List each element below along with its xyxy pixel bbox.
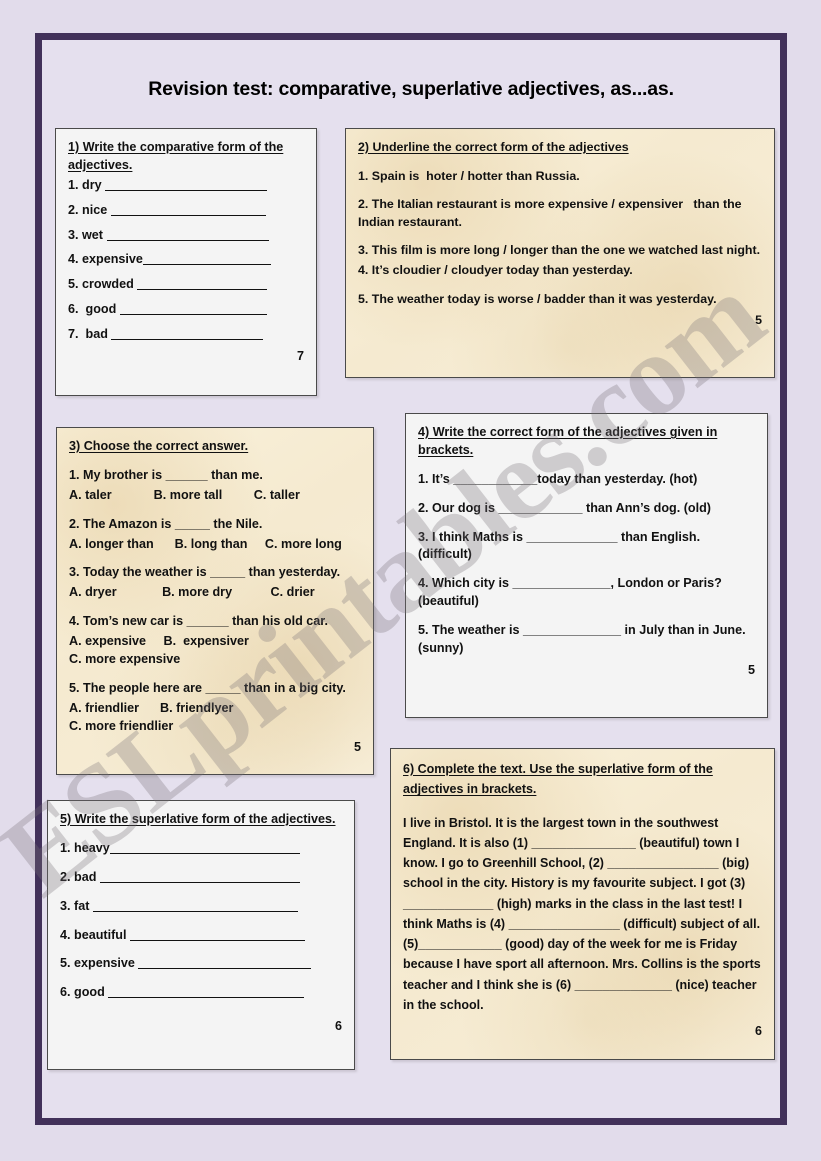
exercise-4-line[interactable]: 2. Our dog is ____________ than Ann’s do… <box>418 500 755 518</box>
exercise-3-score: 5 <box>353 740 361 755</box>
exercise-6-text[interactable]: I live in Bristol. It is the largest tow… <box>403 813 762 1016</box>
exercise-3-question-stem: 2. The Amazon is _____ the Nile. <box>69 516 263 531</box>
exercise-5-item-label: 3. fat <box>60 898 90 913</box>
exercise-1-item-label: 6. good <box>68 302 117 317</box>
exercise-1-item[interactable]: 5. crowded <box>68 276 304 294</box>
exercise-4-score: 5 <box>747 662 755 677</box>
answer-blank[interactable] <box>99 871 300 883</box>
answer-blank[interactable] <box>111 328 264 340</box>
answer-blank[interactable] <box>110 204 266 216</box>
exercise-5-item-label: 4. beautiful <box>60 927 127 942</box>
exercise-1-item[interactable]: 3. wet <box>68 227 304 245</box>
exercise-1-item[interactable]: 1. dry <box>68 177 304 195</box>
exercise-3-question-options[interactable]: A. expensive B. expensiver C. more expen… <box>69 633 361 669</box>
exercise-5-heading: 5) Write the superlative form of the adj… <box>60 812 336 826</box>
exercise-6-heading: 6) Complete the text. Use the superlativ… <box>403 762 713 797</box>
exercise-2-box: 2) Underline the correct form of the adj… <box>345 128 775 378</box>
exercise-1-item[interactable]: 6. good <box>68 301 304 319</box>
exercise-5-item[interactable]: 1. heavy <box>60 840 342 858</box>
exercise-1-item[interactable]: 4. expensive <box>68 251 304 269</box>
exercise-3-question-options[interactable]: A. dryer B. more dry C. drier <box>69 584 361 602</box>
exercise-4-line[interactable]: 4. Which city is ______________, London … <box>418 575 755 611</box>
exercise-4-box: 4) Write the correct form of the adjecti… <box>405 413 768 718</box>
exercise-2-heading: 2) Underline the correct form of the adj… <box>358 140 629 154</box>
exercise-2-line[interactable]: 3. This film is more long / longer than … <box>358 242 762 260</box>
exercise-3-question-stem: 4. Tom’s new car is ______ than his old … <box>69 614 328 629</box>
exercise-5-item[interactable]: 5. expensive <box>60 955 342 973</box>
exercise-4-line[interactable]: 1. It’s ____________today than yesterday… <box>418 471 755 489</box>
exercise-1-item-label: 7. bad <box>68 327 108 341</box>
exercise-3-heading: 3) Choose the correct answer. <box>69 439 249 453</box>
answer-blank[interactable] <box>137 278 268 291</box>
exercise-4-heading: 4) Write the correct form of the adjecti… <box>418 425 718 457</box>
answer-blank[interactable] <box>119 303 267 316</box>
exercise-2-line[interactable]: 2. The Italian restaurant is more expens… <box>358 196 762 231</box>
exercise-6-score: 6 <box>755 1024 762 1038</box>
page-title: Revision test: comparative, superlative … <box>148 78 674 100</box>
exercise-5-item[interactable]: 4. beautiful <box>60 927 342 945</box>
exercise-2-score: 5 <box>755 313 762 328</box>
exercise-5-item-label: 5. expensive <box>60 956 135 971</box>
exercise-5-item-label: 2. bad <box>60 869 97 884</box>
exercise-1-item-label: 3. wet <box>68 227 103 242</box>
answer-blank[interactable] <box>105 179 268 191</box>
exercise-3-question-stem: 3. Today the weather is _____ than yeste… <box>69 565 341 580</box>
exercise-2-line[interactable]: 1. Spain is hoter / hotter than Russia. <box>358 168 762 186</box>
exercise-3-question-options[interactable]: A. friendlier B. friendlyer C. more frie… <box>69 700 361 736</box>
exercise-3-box: 3) Choose the correct answer. 1. My brot… <box>56 427 374 775</box>
exercise-1-item-label: 1. dry <box>68 177 102 192</box>
answer-blank[interactable] <box>92 900 298 912</box>
exercise-3-question-stem: 5. The people here are _____ than in a b… <box>69 680 346 695</box>
exercise-5-score: 6 <box>334 1019 342 1034</box>
exercise-1-item-label: 4. expensive <box>68 252 143 267</box>
exercise-1-item-label: 5. crowded <box>68 277 134 292</box>
exercise-5-item[interactable]: 6. good <box>60 984 342 1002</box>
exercise-3-question-options[interactable]: A. taler B. more tall C. taller <box>69 487 361 505</box>
answer-blank[interactable] <box>138 957 312 970</box>
exercise-2-line[interactable]: 4. It’s cloudier / cloudyer today than y… <box>358 262 762 280</box>
exercise-5-item[interactable]: 3. fat <box>60 898 342 916</box>
exercise-2-line[interactable]: 5. The weather today is worse / badder t… <box>358 291 762 309</box>
exercise-5-item[interactable]: 2. bad <box>60 869 342 887</box>
exercise-3-question-stem: 1. My brother is ______ than me. <box>69 467 263 482</box>
exercise-5-box: 5) Write the superlative form of the adj… <box>47 800 355 1070</box>
answer-blank[interactable] <box>129 929 305 941</box>
answer-blank[interactable] <box>106 229 269 241</box>
exercise-6-box: 6) Complete the text. Use the superlativ… <box>390 748 775 1060</box>
exercise-1-box: 1) Write the comparative form of the adj… <box>55 128 317 396</box>
exercise-5-item-label: 6. good <box>60 985 105 1000</box>
exercise-1-item[interactable]: 7. bad <box>68 326 304 344</box>
exercise-5-item-label: 1. heavy <box>60 840 110 855</box>
answer-blank[interactable] <box>109 842 300 854</box>
exercise-4-line[interactable]: 5. The weather is ______________ in July… <box>418 622 755 658</box>
exercise-3-question-options[interactable]: A. longer than B. long than C. more long <box>69 536 361 554</box>
exercise-1-item[interactable]: 2. nice <box>68 202 304 220</box>
exercise-1-score: 7 <box>296 348 304 363</box>
exercise-4-line[interactable]: 3. I think Maths is _____________ than E… <box>418 529 755 565</box>
exercise-1-item-label: 2. nice <box>68 202 108 217</box>
answer-blank[interactable] <box>142 253 271 266</box>
exercise-1-heading: 1) Write the comparative form of the adj… <box>68 140 284 172</box>
answer-blank[interactable] <box>108 986 305 999</box>
